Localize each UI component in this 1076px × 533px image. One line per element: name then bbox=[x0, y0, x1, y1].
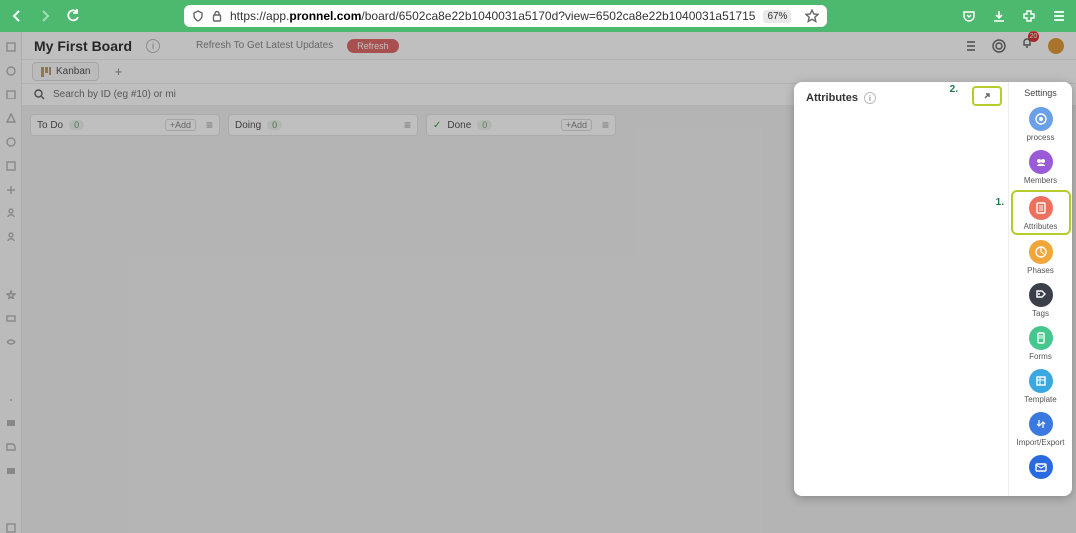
column-count: 0 bbox=[267, 120, 282, 130]
settings-item-tags[interactable]: Tags bbox=[1013, 280, 1069, 321]
rail-icon[interactable] bbox=[6, 290, 16, 300]
refresh-button[interactable]: Refresh bbox=[347, 39, 399, 53]
forms-icon bbox=[1029, 326, 1053, 350]
rail-icon[interactable] bbox=[6, 395, 16, 405]
settings-gear-icon[interactable] bbox=[992, 39, 1006, 53]
kanban-column: To Do 0 +Add ≡ bbox=[30, 114, 220, 136]
process-icon bbox=[1029, 107, 1053, 131]
column-menu-icon[interactable]: ≡ bbox=[404, 118, 411, 132]
import-export-icon bbox=[1029, 412, 1053, 436]
rail-icon[interactable] bbox=[6, 232, 16, 242]
info-icon[interactable]: i bbox=[146, 39, 160, 53]
settings-list: Settings process Members Attributes bbox=[1008, 82, 1072, 496]
left-rail bbox=[0, 32, 22, 533]
automation-icon[interactable] bbox=[964, 39, 978, 53]
rail-icon[interactable] bbox=[6, 90, 16, 100]
nav-arrow-group bbox=[10, 9, 80, 23]
annotation-1: 1. bbox=[996, 197, 1004, 208]
settings-item-forms[interactable]: Forms bbox=[1013, 323, 1069, 364]
bookmark-star-icon[interactable] bbox=[805, 9, 819, 23]
rail-icon[interactable] bbox=[6, 185, 16, 195]
download-icon[interactable] bbox=[992, 9, 1006, 23]
settings-item-attributes[interactable]: Attributes bbox=[1011, 190, 1071, 235]
settings-panel: Attributes i 2. 1. Settings process bbox=[794, 82, 1072, 496]
zoom-badge[interactable]: 67% bbox=[763, 10, 791, 23]
refresh-hint: Refresh To Get Latest Updates bbox=[196, 40, 333, 51]
panel-title: Attributes i bbox=[806, 92, 996, 104]
column-title: To Do bbox=[37, 120, 63, 131]
phases-icon bbox=[1029, 240, 1053, 264]
avatar[interactable] bbox=[1048, 38, 1064, 54]
notifications-button[interactable]: 20 bbox=[1020, 36, 1034, 55]
panel-body: Attributes i 2. 1. bbox=[794, 82, 1008, 496]
rail-icon[interactable] bbox=[6, 161, 16, 171]
rail-icon[interactable] bbox=[6, 442, 16, 452]
app-root: My First Board i Refresh To Get Latest U… bbox=[0, 32, 1076, 533]
url-text: https://app.pronnel.com/board/6502ca8e22… bbox=[230, 9, 755, 23]
settings-item-phases[interactable]: Phases bbox=[1013, 237, 1069, 278]
check-icon: ✓ bbox=[433, 120, 441, 131]
extensions-icon[interactable] bbox=[1022, 9, 1036, 23]
column-title: Done bbox=[447, 120, 471, 131]
column-header[interactable]: ✓ Done 0 +Add ≡ bbox=[426, 114, 616, 136]
settings-item-template[interactable]: Template bbox=[1013, 366, 1069, 407]
add-view-button[interactable]: + bbox=[111, 65, 125, 79]
tags-icon bbox=[1029, 283, 1053, 307]
rail-icon[interactable] bbox=[6, 466, 16, 476]
column-header[interactable]: To Do 0 +Add ≡ bbox=[30, 114, 220, 136]
members-icon bbox=[1029, 150, 1053, 174]
rail-icon[interactable] bbox=[6, 208, 16, 218]
settings-item-process[interactable]: process bbox=[1013, 104, 1069, 145]
search-input[interactable] bbox=[53, 89, 193, 100]
kanban-column: Doing 0 ≡ bbox=[228, 114, 418, 136]
column-count: 0 bbox=[69, 120, 84, 130]
add-card-button[interactable]: +Add bbox=[165, 119, 196, 131]
browser-toolbar: https://app.pronnel.com/board/6502ca8e22… bbox=[0, 0, 1076, 32]
rail-icon[interactable] bbox=[6, 42, 16, 52]
column-count: 0 bbox=[477, 120, 492, 130]
attributes-icon bbox=[1029, 196, 1053, 220]
settings-item-import-export[interactable]: Import/Export bbox=[1013, 409, 1069, 450]
board-header: My First Board i Refresh To Get Latest U… bbox=[22, 32, 1076, 60]
column-menu-icon[interactable]: ≡ bbox=[602, 118, 609, 132]
column-header[interactable]: Doing 0 ≡ bbox=[228, 114, 418, 136]
template-icon bbox=[1029, 369, 1053, 393]
expand-icon bbox=[981, 90, 993, 102]
info-icon[interactable]: i bbox=[864, 92, 876, 104]
settings-heading: Settings bbox=[1024, 88, 1057, 98]
column-title: Doing bbox=[235, 120, 261, 131]
tab-kanban[interactable]: Kanban bbox=[32, 62, 99, 81]
shield-icon bbox=[192, 10, 204, 22]
rail-icon[interactable] bbox=[6, 523, 16, 533]
view-tabs: Kanban + bbox=[22, 60, 1076, 84]
rail-icon[interactable] bbox=[6, 313, 16, 323]
lock-icon bbox=[212, 10, 222, 22]
pocket-icon[interactable] bbox=[962, 9, 976, 23]
notification-count: 20 bbox=[1028, 31, 1039, 42]
mail-icon bbox=[1029, 455, 1053, 479]
column-menu-icon[interactable]: ≡ bbox=[206, 118, 213, 132]
kanban-column: ✓ Done 0 +Add ≡ bbox=[426, 114, 616, 136]
rail-icon[interactable] bbox=[6, 113, 16, 123]
rail-icon[interactable] bbox=[6, 137, 16, 147]
kanban-icon bbox=[41, 67, 51, 77]
rail-icon[interactable] bbox=[6, 66, 16, 76]
search-icon bbox=[34, 89, 45, 100]
tab-label: Kanban bbox=[56, 66, 90, 77]
board-title: My First Board bbox=[34, 38, 132, 54]
annotation-2: 2. bbox=[950, 84, 958, 95]
rail-icon[interactable] bbox=[6, 418, 16, 428]
add-card-button[interactable]: +Add bbox=[561, 119, 592, 131]
forward-icon[interactable] bbox=[38, 9, 52, 23]
settings-item-members[interactable]: Members bbox=[1013, 147, 1069, 188]
settings-item-mail[interactable] bbox=[1013, 452, 1069, 482]
browser-right-icons bbox=[962, 9, 1066, 23]
hamburger-menu-icon[interactable] bbox=[1052, 9, 1066, 23]
rail-icon[interactable] bbox=[6, 337, 16, 347]
reload-icon[interactable] bbox=[66, 9, 80, 23]
url-bar[interactable]: https://app.pronnel.com/board/6502ca8e22… bbox=[184, 5, 827, 27]
back-icon[interactable] bbox=[10, 9, 24, 23]
expand-panel-button[interactable] bbox=[972, 86, 1002, 106]
